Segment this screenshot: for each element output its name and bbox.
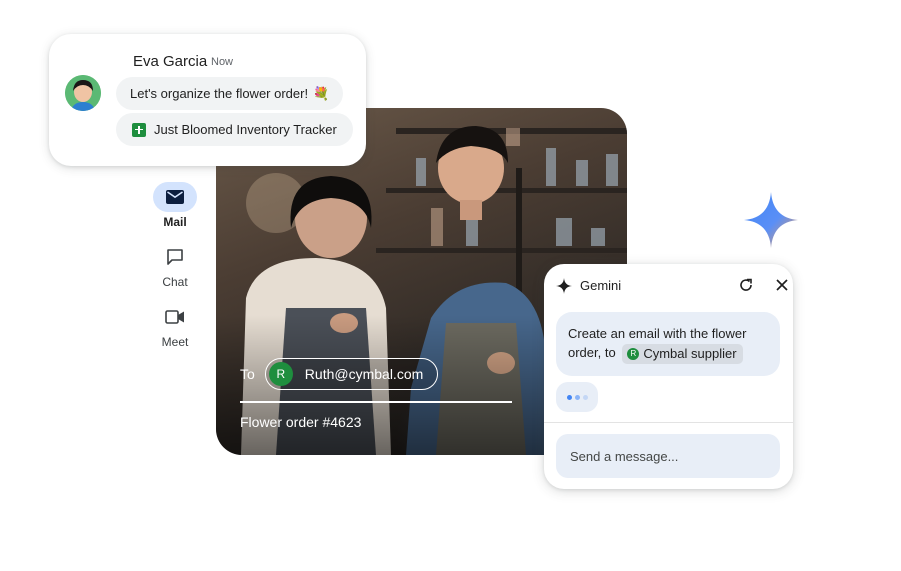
gemini-title: Gemini — [580, 278, 622, 293]
rail-item-meet[interactable]: Meet — [148, 302, 202, 349]
message-text: Let's organize the flower order! — [130, 86, 309, 101]
rail-item-chat[interactable]: Chat — [148, 242, 202, 289]
message-input-placeholder: Send a message... — [570, 448, 679, 464]
chat-notification[interactable]: Eva Garcia Now Let's organize the flower… — [49, 34, 366, 166]
rail-item-mail[interactable]: Mail — [148, 182, 202, 229]
to-row: To R Ruth@cymbal.com — [240, 358, 439, 390]
gemini-panel: Gemini Create an email with the flower o… — [544, 264, 793, 489]
video-icon — [153, 302, 197, 332]
gemini-star-icon — [556, 278, 572, 294]
gemini-header: Gemini — [556, 276, 788, 298]
attachment-title: Just Bloomed Inventory Tracker — [154, 122, 337, 137]
message-input[interactable]: Send a message... — [556, 434, 780, 478]
rail-label-mail: Mail — [163, 215, 187, 229]
recipient-email: Ruth@cymbal.com — [304, 366, 424, 382]
sender-name: Eva Garcia — [133, 53, 208, 70]
loading-indicator — [556, 382, 598, 412]
supplier-chip[interactable]: R Cymbal supplier — [622, 343, 743, 364]
gemini-composer: Send a message... — [544, 422, 793, 490]
refresh-icon[interactable] — [738, 277, 754, 293]
supplier-avatar: R — [627, 347, 640, 360]
loading-dot — [566, 394, 572, 400]
bouquet-emoji: 💐 — [313, 85, 330, 101]
user-prompt-bubble: Create an email with the flower order, t… — [556, 312, 780, 376]
attachment-chip[interactable]: Just Bloomed Inventory Tracker — [116, 113, 353, 146]
loading-dot — [574, 394, 580, 400]
close-icon[interactable] — [774, 277, 790, 293]
rail-label-chat: Chat — [162, 275, 188, 289]
recipient-avatar: R — [268, 362, 293, 386]
to-divider — [240, 401, 512, 403]
message-bubble: Let's organize the flower order! 💐 — [116, 77, 344, 110]
sheets-icon — [132, 122, 146, 137]
gemini-sparkle-icon — [744, 192, 798, 248]
mail-icon — [153, 182, 197, 212]
chat-icon — [153, 242, 197, 272]
rail-label-meet: Meet — [161, 335, 189, 349]
message-time: Now — [211, 56, 234, 68]
recipient-chip[interactable]: R Ruth@cymbal.com — [264, 358, 439, 390]
loading-dot — [582, 394, 588, 400]
supplier-label: Cymbal supplier — [643, 346, 737, 362]
to-label: To — [240, 366, 255, 382]
subject-field[interactable]: Flower order #4623 — [240, 414, 361, 430]
avatar — [65, 75, 101, 111]
